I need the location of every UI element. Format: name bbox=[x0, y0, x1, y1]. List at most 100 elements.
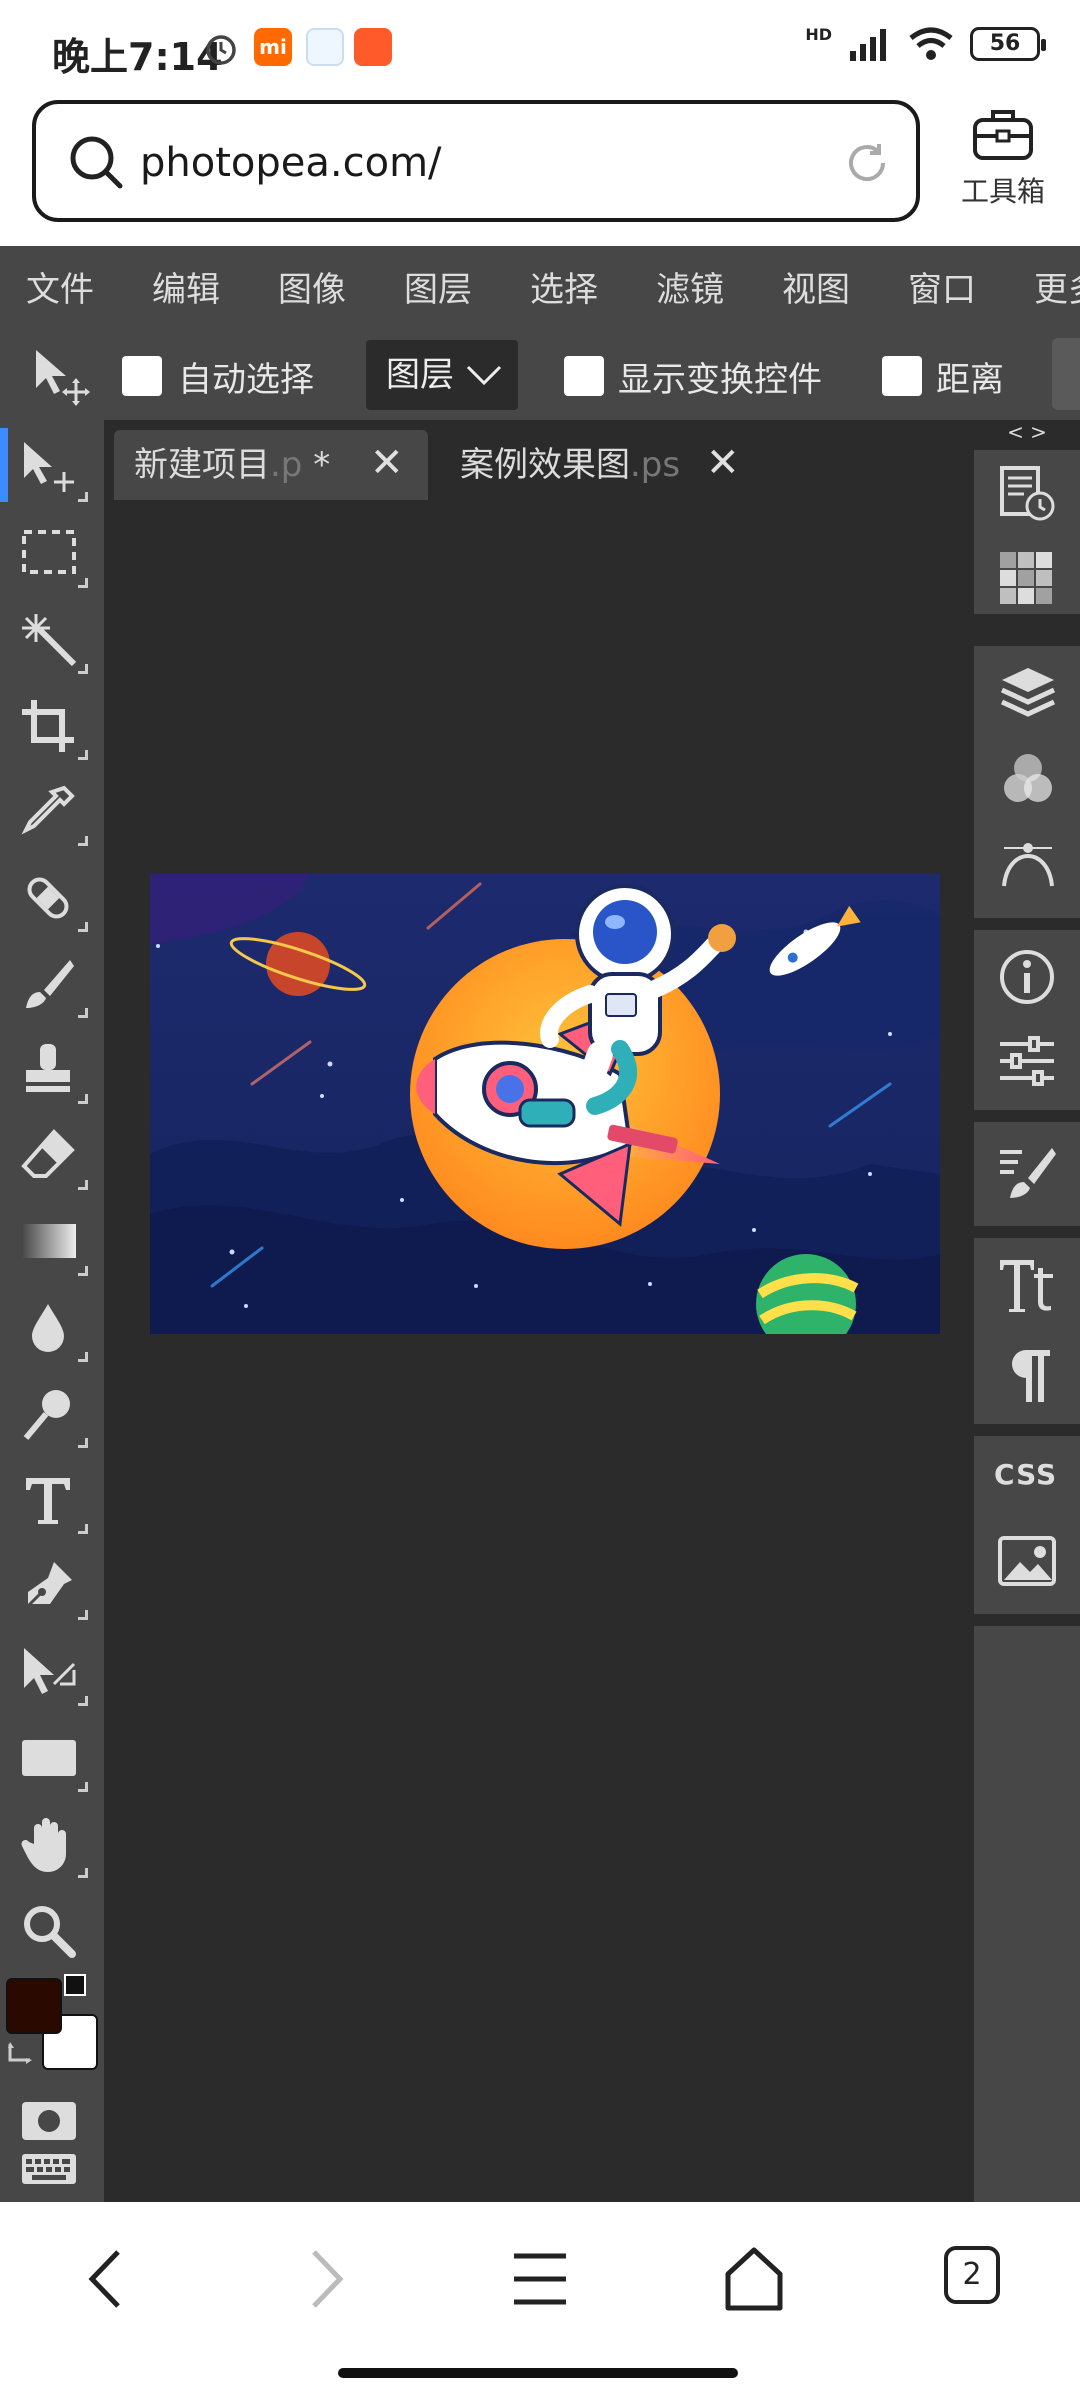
move-tool[interactable] bbox=[0, 422, 104, 508]
doc-tab-new-project[interactable]: 新建项目.p * ✕ bbox=[114, 430, 428, 500]
status-right: HD 56 bbox=[805, 24, 1046, 62]
swap-colors-icon[interactable] bbox=[6, 2038, 38, 2070]
swatches-icon[interactable] bbox=[998, 550, 1054, 606]
auto-select-checkbox[interactable] bbox=[122, 356, 162, 396]
notification-icon bbox=[306, 28, 344, 66]
canvas-image[interactable] bbox=[150, 874, 940, 1334]
pen-icon bbox=[26, 1562, 72, 1608]
close-icon[interactable]: ✕ bbox=[706, 428, 740, 498]
color-swatches[interactable] bbox=[0, 1972, 104, 2092]
eyedropper-tool[interactable] bbox=[0, 766, 104, 852]
css-icon[interactable]: CSS bbox=[994, 1458, 1057, 1491]
panel-group-history bbox=[974, 450, 1080, 614]
battery-indicator: 56 bbox=[970, 27, 1046, 61]
eraser-tool[interactable] bbox=[0, 1110, 104, 1196]
tab-count: 2 bbox=[962, 2257, 982, 2292]
eyedropper-icon bbox=[21, 785, 75, 835]
panel-group-empty bbox=[974, 1626, 1080, 2202]
menu-more[interactable]: 更多 bbox=[1034, 262, 1080, 311]
download-button[interactable] bbox=[1052, 338, 1080, 410]
doc-tab-ext: .ps bbox=[630, 445, 681, 485]
url-text: photopea.com/ bbox=[140, 140, 442, 186]
toolbox-icon bbox=[973, 110, 1033, 160]
tool-sidebar bbox=[0, 420, 104, 2202]
home-icon[interactable] bbox=[722, 2244, 786, 2314]
doc-tab-case-effect[interactable]: 案例效果图.ps ✕ bbox=[444, 430, 764, 500]
url-field[interactable]: photopea.com/ bbox=[32, 100, 920, 222]
foreground-color-swatch[interactable] bbox=[6, 1978, 62, 2034]
character-icon[interactable] bbox=[998, 1256, 1060, 1316]
menu-window[interactable]: 窗口 bbox=[908, 262, 976, 311]
stamp-tool[interactable] bbox=[0, 1024, 104, 1110]
tabs-button[interactable]: 2 bbox=[944, 2246, 1000, 2304]
paths-icon[interactable] bbox=[998, 836, 1058, 892]
gradient-tool[interactable] bbox=[0, 1196, 104, 1282]
search-icon bbox=[70, 136, 123, 189]
healing-brush-tool[interactable] bbox=[0, 852, 104, 938]
default-colors-icon[interactable] bbox=[64, 1974, 86, 1996]
keyboard-tool[interactable] bbox=[0, 2150, 104, 2202]
path-select-tool[interactable] bbox=[0, 1626, 104, 1712]
history-icon[interactable] bbox=[998, 466, 1058, 522]
path-select-icon bbox=[24, 1648, 76, 1694]
marquee-icon bbox=[22, 530, 76, 574]
brush-tool[interactable] bbox=[0, 938, 104, 1024]
channels-icon[interactable] bbox=[998, 750, 1058, 808]
show-transform-label: 显示变换控件 bbox=[618, 360, 822, 400]
layer-dropdown[interactable]: 图层 bbox=[366, 340, 518, 410]
show-transform-checkbox[interactable] bbox=[564, 356, 604, 396]
menu-icon[interactable] bbox=[510, 2244, 570, 2314]
reload-icon[interactable] bbox=[842, 138, 892, 188]
toolbox-label: 工具箱 bbox=[960, 175, 1045, 208]
panel-group-layers bbox=[974, 646, 1080, 918]
hand-tool[interactable] bbox=[0, 1798, 104, 1884]
dodge-icon bbox=[23, 1390, 70, 1440]
alarm-icon bbox=[206, 35, 236, 65]
browser-address-bar: photopea.com/ 工具箱 bbox=[0, 96, 1080, 246]
mask-icon bbox=[22, 2102, 76, 2140]
brush-settings-icon[interactable] bbox=[998, 1144, 1058, 1204]
menu-select[interactable]: 选择 bbox=[530, 262, 598, 311]
network-type: HD bbox=[805, 24, 832, 44]
adjustments-icon[interactable] bbox=[998, 1036, 1056, 1086]
close-icon[interactable]: ✕ bbox=[370, 428, 404, 498]
panel-collapse-toggle[interactable]: < > bbox=[974, 420, 1080, 444]
dodge-tool[interactable] bbox=[0, 1368, 104, 1454]
menu-layer[interactable]: 图层 bbox=[404, 262, 472, 311]
blur-tool[interactable] bbox=[0, 1282, 104, 1368]
back-icon[interactable] bbox=[84, 2244, 134, 2314]
panel-group-css: CSS bbox=[974, 1436, 1080, 1614]
doc-tab-ext: .p bbox=[270, 445, 303, 485]
panel-group-type bbox=[974, 1238, 1080, 1424]
type-tool[interactable] bbox=[0, 1454, 104, 1540]
distance-label: 距离 bbox=[936, 360, 1004, 400]
menu-bar: 文件 编辑 图像 图层 选择 滤镜 视图 窗口 更多 bbox=[0, 246, 1080, 326]
paragraph-icon[interactable] bbox=[998, 1346, 1054, 1406]
crop-tool[interactable] bbox=[0, 680, 104, 766]
toolbox-button[interactable]: 工具箱 bbox=[945, 106, 1061, 210]
image-icon[interactable] bbox=[998, 1536, 1056, 1588]
info-icon[interactable] bbox=[998, 948, 1056, 1006]
magic-wand-tool[interactable] bbox=[0, 594, 104, 680]
menu-edit[interactable]: 编辑 bbox=[152, 262, 220, 311]
marquee-tool[interactable] bbox=[0, 508, 104, 594]
menu-view[interactable]: 视图 bbox=[782, 262, 850, 311]
shape-tool[interactable] bbox=[0, 1712, 104, 1798]
type-icon bbox=[26, 1478, 70, 1524]
menu-filter[interactable]: 滤镜 bbox=[656, 262, 724, 311]
move-icon bbox=[24, 442, 74, 492]
zoom-icon bbox=[24, 1906, 76, 1958]
distance-checkbox[interactable] bbox=[882, 356, 922, 396]
keyboard-icon bbox=[22, 2154, 76, 2184]
canvas-area[interactable]: 新建项目.p * ✕ 案例效果图.ps ✕ bbox=[104, 420, 974, 2202]
layers-icon[interactable] bbox=[998, 664, 1058, 720]
forward-icon[interactable] bbox=[300, 2244, 350, 2314]
magic-wand-icon bbox=[22, 614, 77, 667]
menu-image[interactable]: 图像 bbox=[278, 262, 346, 311]
zoom-tool[interactable] bbox=[0, 1884, 104, 1970]
signal-icon bbox=[850, 29, 886, 61]
menu-file[interactable]: 文件 bbox=[26, 262, 94, 311]
right-panel: < > CSS bbox=[974, 420, 1080, 2202]
pen-tool[interactable] bbox=[0, 1540, 104, 1626]
home-indicator[interactable] bbox=[338, 2368, 738, 2378]
